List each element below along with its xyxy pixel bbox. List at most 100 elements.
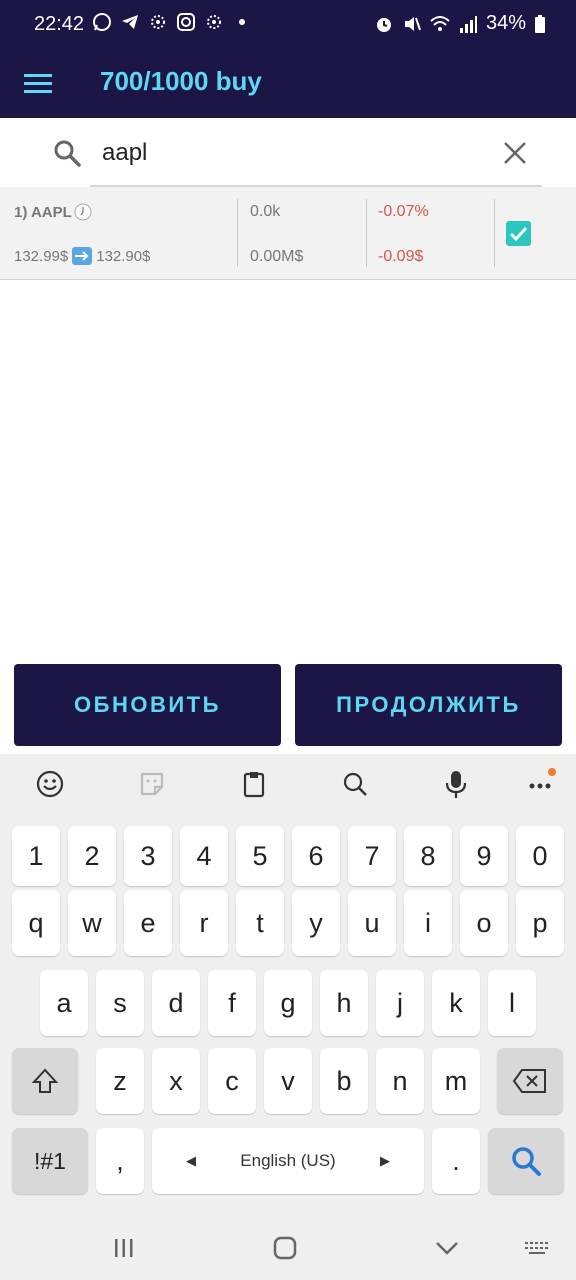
- key-u[interactable]: u: [348, 890, 396, 956]
- cursor-right-icon: ▶: [380, 1153, 390, 1168]
- status-right: 34%: [374, 12, 546, 35]
- keyboard-hide-icon[interactable]: [524, 1234, 552, 1262]
- column-divider: [237, 199, 238, 267]
- key-4[interactable]: 4: [180, 826, 228, 886]
- whatsapp-icon: [93, 13, 111, 31]
- microphone-icon[interactable]: [440, 768, 472, 800]
- home-icon[interactable]: [271, 1234, 299, 1262]
- mute-icon: [404, 16, 421, 31]
- key-6[interactable]: 6: [292, 826, 340, 886]
- page-title: 700/1000 buy: [100, 66, 262, 96]
- symbols-key[interactable]: !#1: [12, 1128, 88, 1194]
- checkmark-icon: [509, 226, 528, 242]
- period-key[interactable]: .: [432, 1128, 480, 1194]
- key-b[interactable]: b: [320, 1048, 368, 1114]
- clock-icon: [74, 203, 92, 221]
- key-x[interactable]: x: [152, 1048, 200, 1114]
- notification-dot: [548, 768, 556, 776]
- navigation-bar: [0, 1216, 576, 1280]
- refresh-button[interactable]: ОБНОВИТЬ: [14, 664, 281, 746]
- key-8[interactable]: 8: [404, 826, 452, 886]
- price-from: 132.99$: [14, 247, 69, 265]
- key-q[interactable]: q: [12, 890, 60, 956]
- key-5[interactable]: 5: [236, 826, 284, 886]
- emoji-icon[interactable]: [34, 768, 66, 800]
- backspace-key[interactable]: [497, 1048, 563, 1114]
- clear-search-icon[interactable]: [500, 138, 530, 168]
- key-7[interactable]: 7: [348, 826, 396, 886]
- signal-icon: [459, 15, 477, 33]
- hamburger-menu-icon[interactable]: [24, 66, 54, 102]
- key-r[interactable]: r: [180, 890, 228, 956]
- select-checkbox[interactable]: [506, 221, 531, 246]
- search-input[interactable]: [100, 132, 484, 174]
- key-y[interactable]: y: [292, 890, 340, 956]
- key-j[interactable]: j: [376, 970, 424, 1036]
- backspace-icon: [512, 1069, 546, 1093]
- key-0[interactable]: 0: [516, 826, 564, 886]
- key-h[interactable]: h: [320, 970, 368, 1036]
- sticker-icon[interactable]: [136, 768, 168, 800]
- key-c[interactable]: c: [208, 1048, 256, 1114]
- instagram-icon: [177, 13, 195, 31]
- price-cell: 132.99$ 132.90$: [14, 247, 150, 265]
- keyboard: 1 2 3 4 5 6 7 8 9 0 q w e r t y u i o p …: [0, 754, 576, 1216]
- key-k[interactable]: k: [432, 970, 480, 1036]
- right-arrow-icon: [72, 247, 93, 265]
- alarm-icon: [376, 17, 391, 32]
- key-1[interactable]: 1: [12, 826, 60, 886]
- keyboard-toolbar: [0, 754, 576, 814]
- wifi-icon: [430, 15, 450, 31]
- app-bar: 700/1000 buy: [0, 50, 576, 118]
- key-w[interactable]: w: [68, 890, 116, 956]
- key-z[interactable]: z: [96, 1048, 144, 1114]
- key-m[interactable]: m: [432, 1048, 480, 1114]
- key-a[interactable]: a: [40, 970, 88, 1036]
- key-p[interactable]: p: [516, 890, 564, 956]
- cursor-left-icon: ◀: [186, 1153, 196, 1168]
- key-3[interactable]: 3: [124, 826, 172, 886]
- search-bar: [0, 118, 576, 188]
- key-9[interactable]: 9: [460, 826, 508, 886]
- status-bar: 22:42 34%: [0, 0, 576, 50]
- key-s[interactable]: s: [96, 970, 144, 1036]
- key-f[interactable]: f: [208, 970, 256, 1036]
- space-key[interactable]: ◀ English (US) ▶: [152, 1128, 424, 1194]
- status-time: 22:42: [34, 13, 85, 35]
- column-divider: [366, 199, 367, 267]
- dot-icon: [239, 19, 245, 25]
- recent-apps-icon[interactable]: [110, 1234, 138, 1262]
- key-v[interactable]: v: [264, 1048, 312, 1114]
- volume: 0.0k: [250, 203, 281, 220]
- shift-key[interactable]: [12, 1048, 78, 1114]
- key-n[interactable]: n: [376, 1048, 424, 1114]
- search-action-key[interactable]: [488, 1128, 564, 1194]
- ticker-label: 1) AAPL: [14, 203, 72, 221]
- space-key-label: English (US): [240, 1151, 336, 1170]
- shift-icon: [31, 1068, 59, 1093]
- back-chevron-icon[interactable]: [433, 1234, 461, 1262]
- key-l[interactable]: l: [488, 970, 536, 1036]
- notification-icons: [92, 12, 252, 32]
- key-o[interactable]: o: [460, 890, 508, 956]
- keyboard-search-icon[interactable]: [339, 768, 371, 800]
- column-divider: [494, 199, 495, 267]
- key-e[interactable]: e: [124, 890, 172, 956]
- ticker-cell: 1) AAPL: [14, 203, 92, 221]
- key-i[interactable]: i: [404, 890, 452, 956]
- key-2[interactable]: 2: [68, 826, 116, 886]
- search-action-icon: [512, 1147, 541, 1176]
- volume-money: 0.00M$: [250, 248, 304, 265]
- continue-button[interactable]: ПРОДОЛЖИТЬ: [295, 664, 562, 746]
- change-percent: -0.07%: [378, 203, 429, 220]
- comma-key[interactable]: ,: [96, 1128, 144, 1194]
- key-d[interactable]: d: [152, 970, 200, 1036]
- stock-list-item[interactable]: 1) AAPL 132.99$ 132.90$ 0.0k 0.00M$ -0.0…: [0, 187, 576, 280]
- price-to: 132.90$: [96, 247, 151, 265]
- app-icon: [207, 15, 221, 29]
- clipboard-icon[interactable]: [238, 768, 270, 800]
- key-t[interactable]: t: [236, 890, 284, 956]
- battery-percent: 34%: [485, 12, 526, 34]
- app-icon: [151, 15, 165, 29]
- key-g[interactable]: g: [264, 970, 312, 1036]
